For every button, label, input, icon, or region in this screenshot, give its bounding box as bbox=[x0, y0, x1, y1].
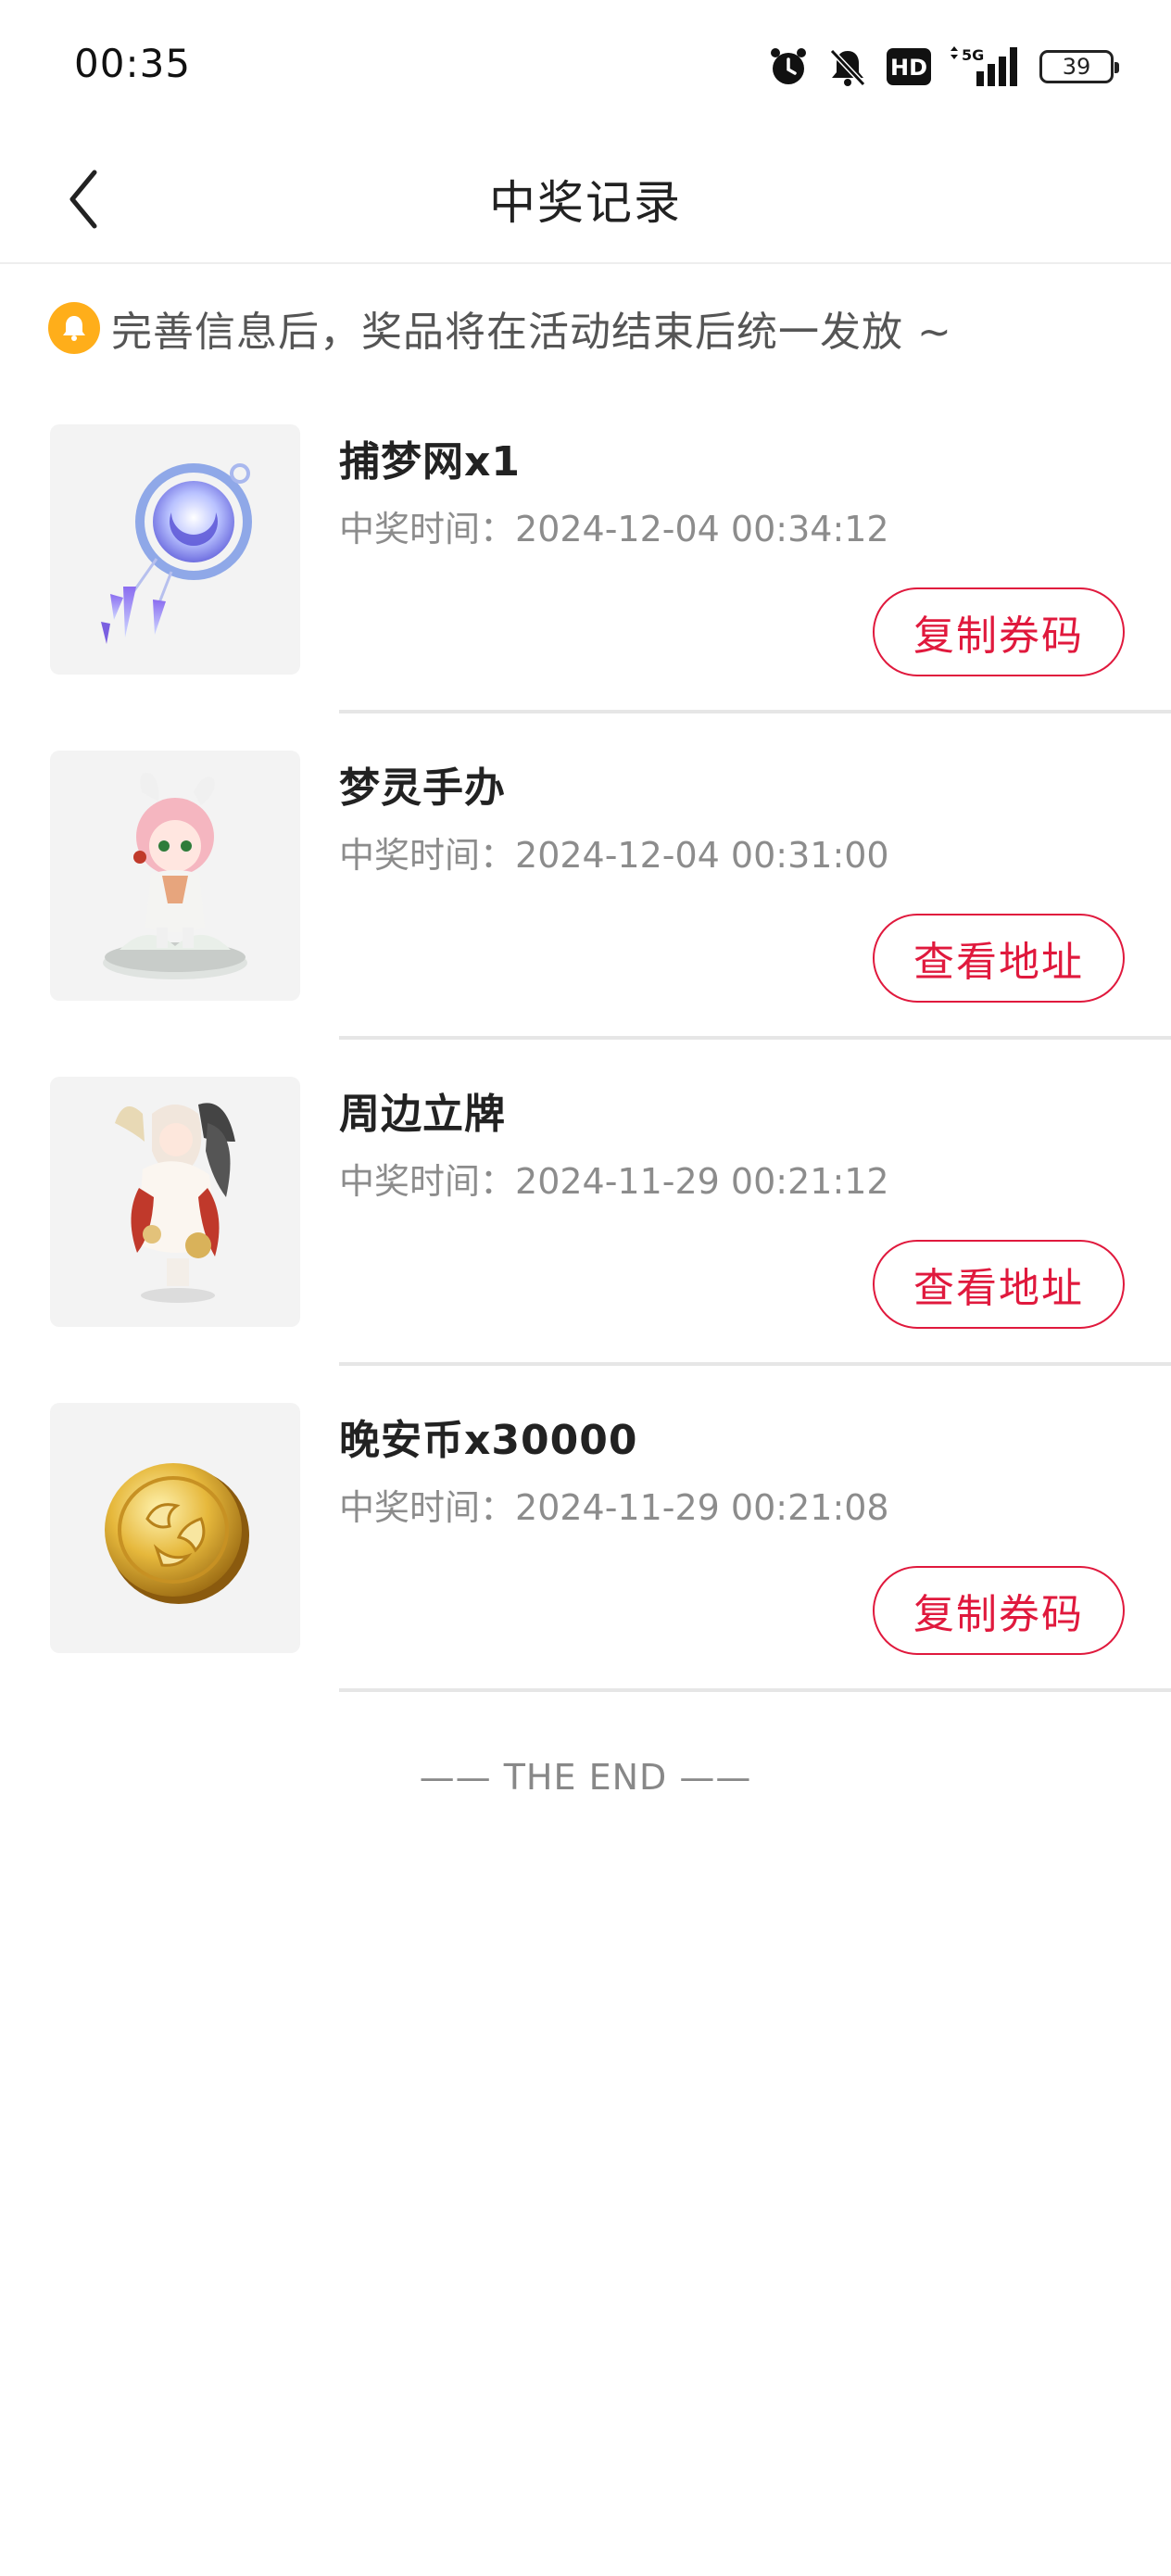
prize-time-label: 中奖时间： bbox=[339, 835, 516, 876]
prize-name: 捕梦网x1 bbox=[339, 438, 521, 486]
prize-name: 梦灵手办 bbox=[339, 764, 506, 812]
notice-banner: 完善信息后，奖品将在活动结束后统一发放 ~ bbox=[48, 295, 952, 361]
bell-icon bbox=[48, 302, 100, 354]
alarm-icon bbox=[767, 45, 810, 88]
nav-bar: 中奖记录 bbox=[0, 134, 1171, 264]
status-bar: 00:35 HD 5G 39 bbox=[0, 0, 1171, 134]
list-item: 晚安币x30000 中奖时间：2024-11-29 00:21:08 复制券码 bbox=[0, 1386, 1171, 1712]
prize-time-value: 2024-12-04 00:34:12 bbox=[515, 509, 889, 549]
copy-code-button[interactable]: 复制券码 bbox=[873, 1566, 1125, 1655]
dreamcatcher-image bbox=[50, 424, 300, 675]
signal-5g-icon: 5G bbox=[949, 45, 1023, 88]
figure-image bbox=[50, 751, 300, 1001]
page-title: 中奖记录 bbox=[489, 176, 682, 230]
divider bbox=[339, 1362, 1171, 1366]
prize-name: 晚安币x30000 bbox=[339, 1417, 638, 1464]
prize-time-value: 2024-12-04 00:31:00 bbox=[515, 835, 889, 876]
prize-time-value: 2024-11-29 00:21:12 bbox=[515, 1161, 889, 1202]
notice-text: 完善信息后，奖品将在活动结束后统一发放 ~ bbox=[111, 309, 952, 356]
chevron-left-icon bbox=[69, 170, 97, 229]
svg-text:HD: HD bbox=[890, 55, 927, 81]
divider bbox=[339, 1036, 1171, 1040]
prize-time-label: 中奖时间： bbox=[339, 1487, 516, 1528]
coin-image bbox=[50, 1403, 300, 1653]
view-address-button[interactable]: 查看地址 bbox=[873, 914, 1125, 1003]
status-time: 00:35 bbox=[74, 41, 192, 86]
back-button[interactable] bbox=[46, 153, 120, 246]
prize-time-label: 中奖时间： bbox=[339, 509, 516, 549]
prize-time: 中奖时间：2024-11-29 00:21:08 bbox=[339, 1479, 889, 1530]
prize-time: 中奖时间：2024-11-29 00:21:12 bbox=[339, 1153, 889, 1204]
hd-icon: HD bbox=[886, 47, 932, 86]
prize-time-label: 中奖时间： bbox=[339, 1161, 516, 1202]
prize-time: 中奖时间：2024-12-04 00:34:12 bbox=[339, 500, 889, 551]
prize-name: 周边立牌 bbox=[339, 1091, 506, 1138]
svg-text:5G: 5G bbox=[962, 46, 984, 64]
prize-list: 捕梦网x1 中奖时间：2024-12-04 00:34:12 复制券码 梦灵手办… bbox=[0, 408, 1171, 1712]
copy-code-button[interactable]: 复制券码 bbox=[873, 587, 1125, 676]
list-end-text: —— THE END —— bbox=[419, 1757, 752, 1798]
list-item: 捕梦网x1 中奖时间：2024-12-04 00:34:12 复制券码 bbox=[0, 408, 1171, 734]
list-item: 周边立牌 中奖时间：2024-11-29 00:21:12 查看地址 bbox=[0, 1060, 1171, 1386]
prize-time: 中奖时间：2024-12-04 00:31:00 bbox=[339, 827, 889, 878]
battery-icon: 39 bbox=[1039, 50, 1119, 83]
prize-time-value: 2024-11-29 00:21:08 bbox=[515, 1487, 889, 1528]
divider bbox=[339, 710, 1171, 713]
acrylic-stand-image bbox=[50, 1077, 300, 1327]
list-item: 梦灵手办 中奖时间：2024-12-04 00:31:00 查看地址 bbox=[0, 734, 1171, 1060]
divider bbox=[339, 1688, 1171, 1692]
status-icons: HD 5G 39 bbox=[767, 41, 1119, 93]
view-address-button[interactable]: 查看地址 bbox=[873, 1240, 1125, 1329]
mute-icon bbox=[826, 45, 869, 88]
battery-level: 39 bbox=[1062, 54, 1091, 80]
